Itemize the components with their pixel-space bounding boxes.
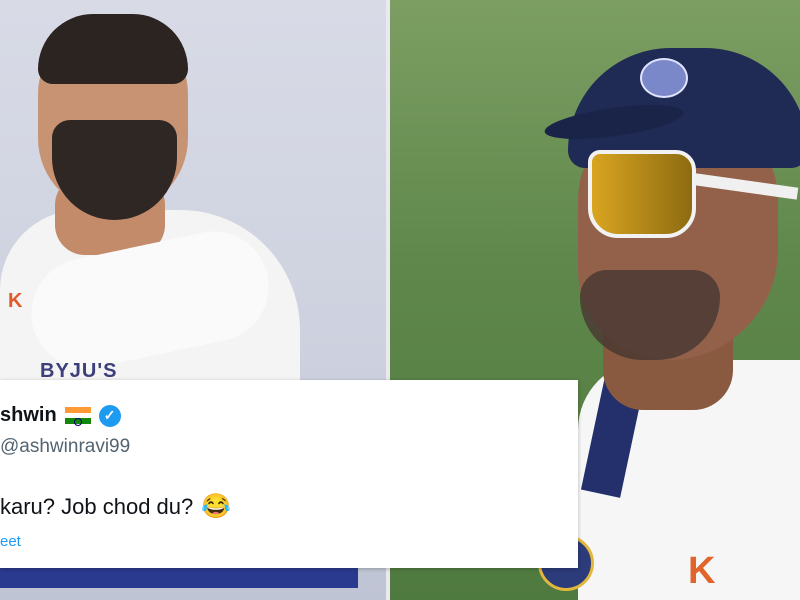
sunglasses-icon — [588, 150, 696, 238]
left-player-hair — [38, 14, 188, 84]
cap-badge-icon — [640, 58, 688, 98]
tweet-handle-text: ashwinravi99 — [19, 436, 131, 457]
tweet-bottom-strip — [0, 568, 358, 588]
tweet-author-row: shwin ✓ — [0, 404, 121, 427]
tweet-link[interactable]: eet — [0, 533, 21, 550]
tweet-text: karu? Job chod du? 😂 — [0, 492, 231, 521]
right-player-sponsor-logo: K — [688, 550, 715, 592]
tweet-text-content: karu? Job chod du? — [0, 493, 194, 519]
tweet-display-name[interactable]: shwin — [0, 404, 57, 427]
tweet-handle[interactable]: @ashwinravi99 — [0, 436, 130, 458]
tweet-card: shwin ✓ @ashwinravi99 karu? Job chod du?… — [0, 380, 578, 568]
left-player-logo-mark: K — [8, 290, 23, 312]
india-flag-icon — [64, 407, 91, 426]
verified-badge-icon: ✓ — [98, 404, 121, 427]
face-with-tears-of-joy-icon: 😂 — [201, 493, 232, 520]
